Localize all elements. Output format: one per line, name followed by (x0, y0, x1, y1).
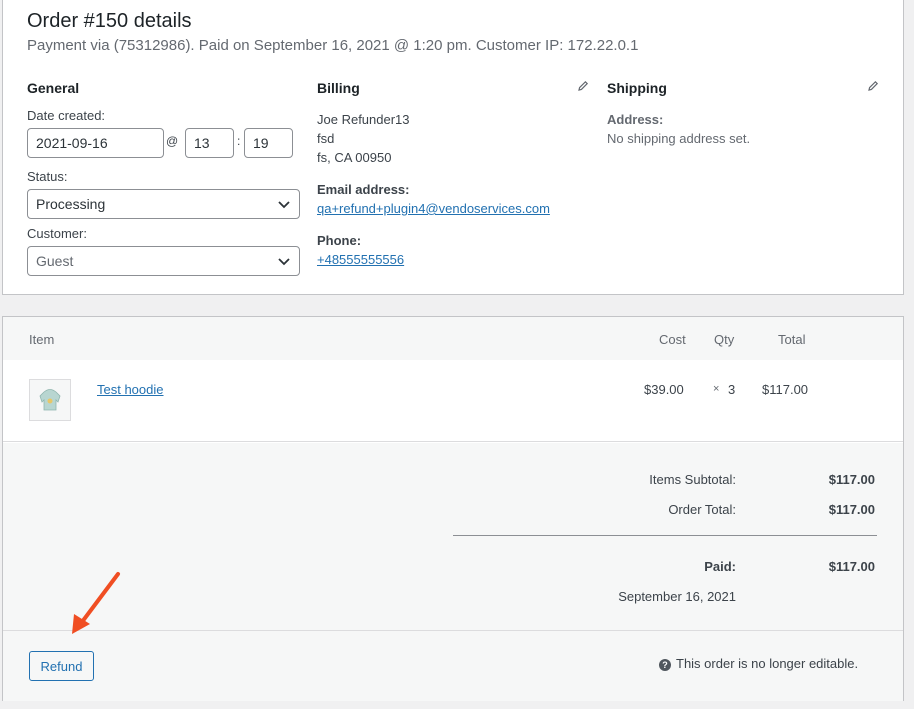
customer-selected-value: Guest (36, 253, 74, 269)
items-subtotal-label: Items Subtotal: (649, 472, 736, 487)
qty-multiplier: × (713, 383, 720, 395)
hoodie-thumbnail (29, 379, 71, 421)
product-link[interactable]: Test hoodie (97, 382, 164, 397)
items-subtotal-value: $117.00 (828, 472, 875, 487)
status-selected-value: Processing (36, 196, 106, 212)
order-items-footer: Refund ? This order is no longer editabl… (3, 631, 903, 701)
status-label: Status: (27, 169, 68, 184)
help-icon[interactable]: ? (659, 659, 671, 671)
annotation-arrow (72, 572, 120, 634)
qty-column-header: Qty (714, 332, 735, 347)
minute-input[interactable]: 19 (244, 128, 293, 158)
at-separator: @ (166, 134, 179, 148)
total-column-header: Total (778, 332, 806, 347)
cost-column-header: Cost (659, 332, 686, 347)
refund-button[interactable]: Refund (29, 651, 94, 681)
billing-email-label: Email address: (317, 182, 410, 197)
billing-address-line: fsd (317, 131, 335, 146)
hoodie-icon (39, 389, 61, 411)
order-totals: Items Subtotal: $117.00 Order Total: $11… (3, 443, 903, 631)
paid-label: Paid: (704, 559, 736, 574)
customer-label: Customer: (27, 226, 87, 241)
colon-separator: : (237, 134, 241, 148)
hour-input[interactable]: 13 (185, 128, 234, 158)
page-title: Order #150 details (27, 10, 192, 32)
date-created-input[interactable]: 2021-09-16 (27, 128, 164, 158)
billing-phone-label: Phone: (317, 233, 362, 248)
item-qty: 3 (728, 382, 736, 397)
billing-name: Joe Refunder13 (317, 112, 410, 127)
item-cost: $39.00 (644, 382, 684, 397)
general-heading: General (27, 80, 80, 96)
item-total: $117.00 (762, 382, 809, 397)
paid-date: September 16, 2021 (618, 589, 736, 604)
items-table-header: Item Cost Qty Total (3, 317, 903, 360)
totals-divider (453, 535, 877, 536)
order-details-panel: Order #150 details Payment via (75312986… (2, 0, 904, 295)
customer-select[interactable]: Guest (27, 246, 300, 276)
table-row: Test hoodie $39.00 × 3 $117.00 (3, 360, 903, 442)
paid-value: $117.00 (828, 559, 875, 574)
pencil-icon[interactable] (867, 80, 879, 92)
billing-city: fs, CA 00950 (317, 150, 392, 165)
order-total-label: Order Total: (668, 502, 736, 517)
billing-email-link[interactable]: qa+refund+plugin4@vendoservices.com (317, 201, 550, 216)
pencil-icon[interactable] (577, 80, 589, 92)
order-items-panel: Item Cost Qty Total Test hoodie $39.00 ×… (2, 316, 904, 701)
order-subtitle: Payment via (75312986). Paid on Septembe… (27, 37, 639, 54)
chevron-down-icon (278, 201, 290, 209)
item-column-header: Item (29, 332, 55, 347)
chevron-down-icon (278, 258, 290, 266)
status-select[interactable]: Processing (27, 189, 300, 219)
shipping-address-value: No shipping address set. (607, 131, 751, 146)
billing-phone-link[interactable]: +48555555556 (317, 252, 404, 267)
order-total-value: $117.00 (828, 502, 875, 517)
shipping-heading: Shipping (607, 80, 667, 96)
not-editable-notice: This order is no longer editable. (676, 656, 859, 671)
billing-heading: Billing (317, 80, 360, 96)
shipping-address-label: Address: (607, 112, 664, 127)
date-created-label: Date created: (27, 108, 106, 123)
